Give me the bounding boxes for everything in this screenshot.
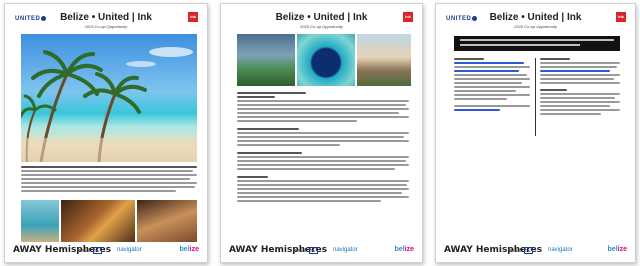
reach-tv-logo: reach TV xyxy=(510,247,533,254)
palm-trees-graphic xyxy=(21,47,197,162)
ink-logo: ink xyxy=(403,12,413,22)
page-header: UNITED Belize • United | Ink 2025 Co-op … xyxy=(5,10,207,32)
document-page-3[interactable]: UNITED Belize • United | Ink 2025 Co-op … xyxy=(435,3,636,263)
page-title: Belize • United | Ink xyxy=(60,12,152,23)
right-text-column xyxy=(540,58,620,117)
page-header: UNITED Belize • United | Ink 2025 Co-op … xyxy=(436,10,635,32)
belize-logo: belize xyxy=(394,246,414,253)
reach-tv-logo: reach TV xyxy=(295,247,318,254)
ink-logo: ink xyxy=(188,12,198,22)
page-title: Belize • United | Ink xyxy=(489,12,582,23)
black-banner xyxy=(454,36,620,51)
intro-text-block xyxy=(21,166,197,194)
navigator-logo: navigator xyxy=(548,247,573,253)
navigator-logo: navigator xyxy=(333,247,358,253)
photo-pool xyxy=(21,200,59,242)
photo-resort-night xyxy=(61,200,135,242)
page-footer: AWAY Hemispheres reach TV navigator beliz… xyxy=(13,243,199,257)
left-text-column xyxy=(454,58,530,113)
column-divider xyxy=(535,58,536,136)
document-page-2[interactable]: Belize • United | Ink 2025 Co-op Opportu… xyxy=(220,3,423,263)
body-text-column xyxy=(237,92,409,204)
photo-rainbow-lagoon xyxy=(237,34,295,86)
page-subtitle: 2025 Co-op Opportunity xyxy=(514,24,557,29)
photo-great-blue-hole xyxy=(297,34,355,86)
reach-tv-logo: reach TV xyxy=(79,247,102,254)
page-title: Belize • United | Ink xyxy=(275,12,368,23)
belize-logo: belize xyxy=(607,246,627,253)
page-header: Belize • United | Ink 2025 Co-op Opportu… xyxy=(221,10,422,32)
page-subtitle: 2025 Co-op Opportunity xyxy=(300,24,343,29)
page-footer: AWAY Hemispheres reach TV navigator beliz… xyxy=(444,243,627,257)
page-subtitle: 2025 Co-op Opportunity xyxy=(84,24,128,29)
navigator-logo: navigator xyxy=(117,247,142,253)
hero-beach-image xyxy=(21,34,197,162)
page-footer: AWAY Hemispheres reach TV navigator beliz… xyxy=(229,243,414,257)
document-page-1[interactable]: UNITED Belize • United | Ink 2025 Co-op … xyxy=(4,3,208,263)
ink-logo: ink xyxy=(616,12,626,22)
photo-mayan-ruins xyxy=(357,34,411,86)
photo-dinner-table xyxy=(137,200,197,242)
belize-logo: belize xyxy=(179,246,199,253)
